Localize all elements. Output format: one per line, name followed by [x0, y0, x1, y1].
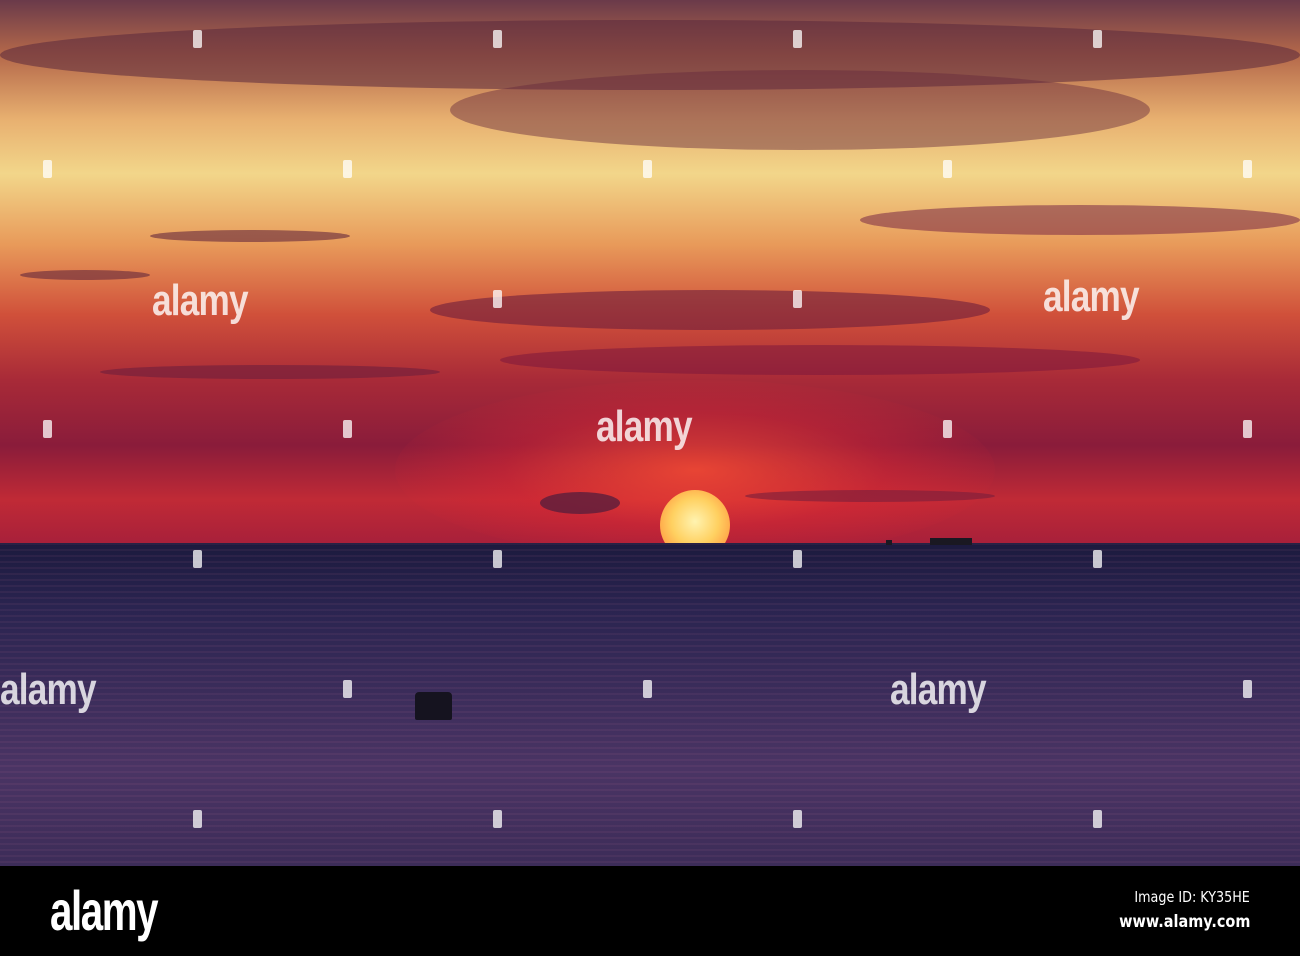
cloud — [430, 290, 990, 330]
watermark-mark — [193, 810, 202, 828]
watermark: alamy — [890, 665, 987, 714]
watermark: alamy — [152, 276, 249, 325]
watermark: alamy — [1043, 272, 1140, 321]
cloud — [540, 492, 620, 514]
watermark-mark — [493, 290, 502, 308]
watermark-mark — [643, 160, 652, 178]
watermark-mark — [1093, 30, 1102, 48]
image-id: Image ID: KY35HE — [1134, 888, 1250, 906]
watermark-mark — [793, 550, 802, 568]
watermark-mark — [943, 160, 952, 178]
watermark-mark — [193, 30, 202, 48]
cloud — [100, 365, 440, 379]
watermark-mark — [1243, 420, 1252, 438]
watermark-mark — [343, 680, 352, 698]
boat — [886, 540, 892, 545]
alamy-logo: alamy — [50, 879, 159, 942]
boat — [930, 538, 972, 545]
watermark-mark — [43, 420, 52, 438]
cloud — [500, 345, 1140, 375]
buoy — [415, 692, 452, 720]
cloud — [450, 70, 1150, 150]
cloud — [150, 230, 350, 242]
watermark-mark — [493, 810, 502, 828]
watermark-mark — [343, 420, 352, 438]
watermark-mark — [1243, 680, 1252, 698]
watermark-mark — [343, 160, 352, 178]
watermark-mark — [793, 810, 802, 828]
watermark-mark — [643, 680, 652, 698]
watermark-mark — [1093, 550, 1102, 568]
cloud — [860, 205, 1300, 235]
watermark: alamy — [596, 402, 693, 451]
watermark: alamy — [0, 665, 97, 714]
cloud — [745, 490, 995, 502]
website-url: www.alamy.com — [1118, 912, 1250, 932]
footer-bar — [0, 866, 1300, 956]
watermark-mark — [793, 290, 802, 308]
watermark-mark — [1243, 160, 1252, 178]
watermark-mark — [793, 30, 802, 48]
watermark-mark — [493, 550, 502, 568]
watermark-mark — [193, 550, 202, 568]
watermark-mark — [943, 420, 952, 438]
watermark-mark — [493, 30, 502, 48]
sunset-photo: alamy alamy alamy alamy alamy — [0, 0, 1300, 866]
cloud — [20, 270, 150, 280]
watermark-mark — [1093, 810, 1102, 828]
watermark-mark — [43, 160, 52, 178]
